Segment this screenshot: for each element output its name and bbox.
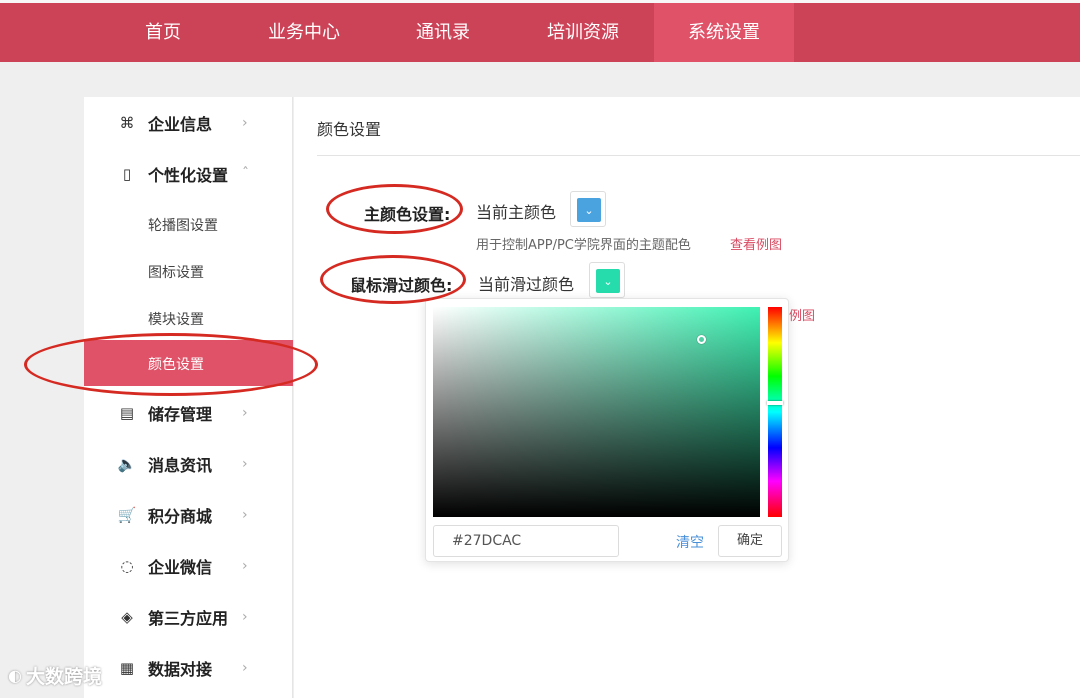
chevron-right-icon: ›	[242, 660, 248, 676]
cube-icon: ◈	[121, 608, 133, 626]
nav-training[interactable]: 培训资源	[524, 3, 642, 62]
sidebar-item-personalization[interactable]: ▯ 个性化设置 ˆ	[84, 154, 293, 194]
sidebar-item-messages[interactable]: 🔈 消息资讯 ›	[84, 444, 293, 484]
sidebar-item-label: 企业信息	[148, 115, 213, 134]
view-example-link-partial[interactable]: 例图	[789, 305, 815, 324]
chevron-up-icon: ˆ	[242, 166, 249, 182]
watermark-text: 大数跨境	[25, 666, 102, 688]
sidebar-item-points-mall[interactable]: 🛒 积分商城 ›	[84, 495, 293, 535]
nav-business-center[interactable]: 业务中心	[245, 3, 363, 62]
data-icon: ▦	[119, 659, 135, 677]
storage-icon: ▤	[119, 404, 135, 422]
sidebar-item-label: 数据对接	[148, 660, 213, 679]
primary-color-hint: 用于控制APP/PC学院界面的主题配色	[476, 238, 691, 253]
nav-system-settings[interactable]: 系统设置	[654, 3, 794, 62]
sidebar-item-label: 企业微信	[148, 558, 213, 577]
sidebar-item-label: 第三方应用	[148, 609, 229, 628]
sidebar-sub-icons[interactable]: 图标设置	[84, 251, 293, 291]
primary-color-swatch[interactable]: ⌄	[570, 191, 606, 227]
sidebar-sub-label: 模块设置	[148, 312, 204, 328]
top-navbar: 首页 业务中心 通讯录 培训资源 系统设置	[0, 0, 1080, 62]
sidebar-item-label: 积分商城	[148, 507, 213, 526]
watermark: ◐ 大数跨境	[8, 662, 102, 689]
sidebar: ⌘ 企业信息 › ▯ 个性化设置 ˆ 轮播图设置 图标设置 模块设置 颜色设置 …	[84, 97, 293, 698]
sidebar-sub-label: 轮播图设置	[148, 218, 218, 234]
sidebar-sub-colors[interactable]: 颜色设置	[84, 340, 293, 386]
sidebar-item-label: 消息资讯	[148, 456, 213, 475]
watermark-logo-icon: ◐	[8, 666, 22, 685]
nav-contacts[interactable]: 通讯录	[384, 3, 502, 62]
hover-color-current-text: 当前滑过颜色	[478, 275, 575, 294]
title-divider	[317, 155, 1080, 156]
sidebar-item-company-info[interactable]: ⌘ 企业信息 ›	[84, 103, 293, 143]
cart-icon: 🛒	[117, 506, 137, 524]
command-icon: ⌘	[119, 114, 135, 132]
chevron-right-icon: ›	[242, 558, 248, 574]
chevron-right-icon: ›	[242, 405, 248, 421]
sidebar-item-third-party[interactable]: ◈ 第三方应用 ›	[84, 597, 293, 637]
speaker-icon: 🔈	[117, 455, 137, 473]
chevron-down-icon: ⌄	[577, 198, 601, 222]
primary-color-label: 主颜色设置:	[364, 205, 451, 224]
hover-color-label: 鼠标滑过颜色:	[350, 276, 453, 295]
chevron-right-icon: ›	[242, 115, 248, 131]
sidebar-sub-label: 颜色设置	[148, 357, 204, 373]
phone-icon: ▯	[122, 165, 132, 183]
hue-slider[interactable]	[767, 307, 783, 517]
sidebar-item-storage[interactable]: ▤ 储存管理 ›	[84, 393, 293, 433]
hover-color-swatch[interactable]: ⌄	[589, 262, 625, 298]
chevron-right-icon: ›	[242, 456, 248, 472]
saturation-value-panel[interactable]	[433, 307, 760, 517]
sidebar-sub-carousel[interactable]: 轮播图设置	[84, 204, 293, 244]
color-picker-popup: 清空 确定	[425, 298, 789, 562]
page-title: 颜色设置	[317, 120, 382, 139]
sidebar-sub-modules[interactable]: 模块设置	[84, 298, 293, 338]
chevron-down-icon: ⌄	[596, 269, 620, 293]
sidebar-item-wecom[interactable]: ◌ 企业微信 ›	[84, 546, 293, 586]
clear-button[interactable]: 清空	[676, 532, 704, 552]
primary-color-current-text: 当前主颜色	[476, 203, 557, 222]
chevron-right-icon: ›	[242, 609, 248, 625]
confirm-button[interactable]: 确定	[718, 525, 782, 557]
hex-color-input[interactable]	[433, 525, 619, 557]
chat-icon: ◌	[120, 557, 134, 575]
sidebar-item-label: 个性化设置	[148, 166, 229, 185]
sidebar-sub-label: 图标设置	[148, 265, 204, 281]
sidebar-item-data-integration[interactable]: ▦ 数据对接 ›	[84, 648, 293, 688]
view-example-link[interactable]: 查看例图	[730, 234, 782, 253]
sidebar-item-label: 储存管理	[148, 405, 213, 424]
saturation-cursor[interactable]	[697, 335, 706, 344]
chevron-right-icon: ›	[242, 507, 248, 523]
nav-home[interactable]: 首页	[104, 3, 222, 62]
hue-slider-thumb[interactable]	[767, 401, 783, 405]
